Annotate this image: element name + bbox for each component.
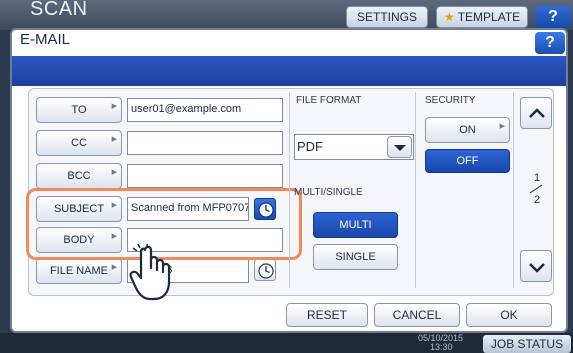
to-label: TO [71,104,87,116]
file-name-label: FILE NAME [49,265,109,277]
to-button[interactable]: TO ▶ [36,97,122,123]
chevron-up-icon [529,108,545,118]
dialog-title: E-MAIL [20,31,71,48]
divider [289,92,290,288]
app-title: SCAN [30,0,88,20]
cc-label: CC [71,137,87,149]
cancel-button[interactable]: CANCEL [374,303,460,327]
reset-button[interactable]: RESET [286,303,368,327]
security-label: SECURITY [425,95,476,106]
job-status-button[interactable]: JOB STATUS [483,335,571,353]
settings-label: SETTINGS [356,10,417,24]
clock-icon [258,263,274,279]
file-format-value: PDF [297,139,323,154]
multi-single-label: MULTI/SINGLE [294,187,363,198]
arrow-icon: ▶ [111,136,117,143]
chevron-down-icon [529,263,545,273]
settings-button[interactable]: SETTINGS [346,6,428,28]
datetime: 05/10/2015 13:30 [418,334,463,352]
star-icon: ★ [443,10,455,24]
time-text: 13:30 [430,342,453,352]
template-label: TEMPLATE [457,10,521,24]
file-format-select[interactable]: PDF [294,134,414,160]
dialog-banner [12,56,566,86]
ok-button[interactable]: OK [466,303,552,327]
chevron-down-icon [394,145,406,151]
file-format-dropdown-button[interactable] [387,136,412,158]
help-button[interactable]: ? [535,6,571,28]
single-button[interactable]: SINGLE [313,244,398,270]
to-field[interactable]: user01@example.com [127,98,283,122]
arrow-icon: ▶ [111,103,117,110]
dialog-help-button[interactable]: ? [535,32,565,54]
page-divider-icon [529,184,543,194]
cc-button[interactable]: CC ▶ [36,130,122,156]
security-off-button[interactable]: OFF [425,149,510,173]
arrow-icon: ▶ [111,169,117,176]
multi-button[interactable]: MULTI [313,212,398,238]
bcc-field[interactable] [127,164,283,188]
hand-pointer-icon [129,244,171,301]
bcc-label: BCC [67,170,91,182]
scroll-up-button[interactable] [520,97,552,129]
security-on-label: ON [459,124,476,136]
arrow-icon: ▶ [499,123,505,130]
divider [415,92,416,288]
bcc-button[interactable]: BCC ▶ [36,163,122,189]
divider [513,92,514,288]
cc-field[interactable] [127,131,283,155]
file-name-clock-button[interactable] [254,259,276,281]
file-name-button[interactable]: FILE NAME ▶ [36,258,122,284]
security-on-button[interactable]: ON ▶ [425,117,510,143]
file-format-label: FILE FORMAT [296,95,362,106]
page-total: 2 [533,194,541,206]
page-current: 1 [533,172,541,184]
template-button[interactable]: ★ TEMPLATE [436,6,528,28]
scroll-down-button[interactable] [520,250,552,282]
